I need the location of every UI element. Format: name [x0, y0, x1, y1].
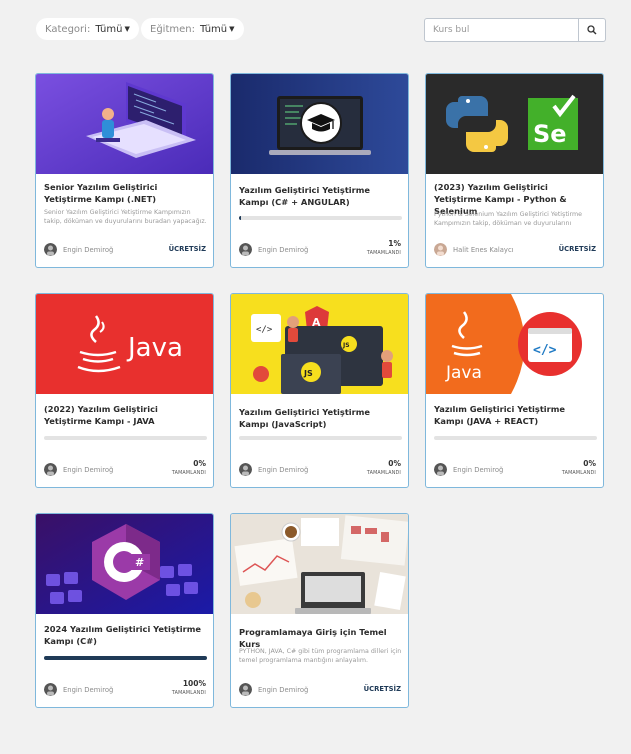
- progress-fill: [44, 656, 207, 660]
- instructor-name: Halit Enes Kalaycı: [453, 245, 514, 254]
- caret-down-icon: ▼: [229, 25, 235, 33]
- course-thumbnail: [231, 74, 408, 174]
- avatar: [434, 463, 447, 476]
- course-description: Senior Yazılım Geliştirici Yetiştirme Ka…: [44, 209, 207, 225]
- course-thumbnail: [36, 74, 213, 174]
- svg-text:</>: </>: [533, 343, 557, 358]
- avatar: [434, 243, 447, 256]
- course-title: (2022) Yazılım Geliştirici Yetiştirme Ka…: [44, 404, 158, 426]
- instructor-name: Engin Demiroğ: [63, 685, 114, 694]
- progress-label: TAMAMLANDI: [366, 251, 401, 256]
- progress-bar: [44, 656, 207, 660]
- course-title: 2024 Yazılım Geliştirici Yetiştirme Kamp…: [44, 624, 201, 646]
- price-badge: ÜCRETSİZ: [558, 245, 596, 253]
- course-card[interactable]: Java (2022) Yazılım Geliştirici Yetiştir…: [35, 293, 214, 488]
- course-description: Python & Selenium Yazılım Geliştirici Ye…: [434, 211, 583, 227]
- avatar: [44, 243, 57, 256]
- course-search: [424, 18, 606, 42]
- course-card[interactable]: </> A JS JS Yazılım Geliştirici Yetiştir…: [230, 293, 409, 488]
- price-badge: ÜCRETSİZ: [168, 245, 206, 253]
- instructor: Halit Enes Kalaycı: [434, 243, 514, 256]
- course-title: Yazılım Geliştirici Yetiştirme Kampı (Ja…: [239, 407, 370, 429]
- progress-bar: [239, 436, 402, 440]
- course-card[interactable]: Se (2023) Yazılım Geliştirici Yetiştirme…: [425, 73, 604, 268]
- search-input[interactable]: [424, 18, 579, 42]
- course-title: Yazılım Geliştirici Yetiştirme Kampı (C#…: [239, 185, 370, 207]
- instructor: Engin Demiroğ: [239, 243, 308, 256]
- instructor: Engin Demiroğ: [239, 463, 308, 476]
- instructor-filter-value: Tümü: [199, 23, 228, 35]
- progress-percent: 0%: [388, 459, 401, 468]
- course-thumbnail: Java </>: [426, 294, 603, 394]
- instructor: Engin Demiroğ: [434, 463, 503, 476]
- svg-text:#: #: [135, 556, 144, 569]
- instructor-name: Engin Demiroğ: [453, 465, 504, 474]
- course-thumbnail: Se: [426, 74, 603, 174]
- instructor: Engin Demiroğ: [44, 463, 113, 476]
- progress-percent: 100%: [182, 679, 206, 688]
- svg-text:JS: JS: [303, 369, 313, 378]
- progress-bar: [434, 436, 597, 440]
- instructor: Engin Demiroğ: [239, 683, 308, 696]
- avatar: [239, 243, 252, 256]
- svg-text:</>: </>: [256, 325, 273, 335]
- instructor: Engin Demiroğ: [44, 243, 113, 256]
- svg-text:Java: Java: [445, 363, 482, 383]
- svg-text:Se: Se: [533, 120, 567, 148]
- progress-bar: [239, 216, 402, 220]
- category-filter[interactable]: Kategori: Tümü ▼: [36, 18, 139, 40]
- avatar: [239, 683, 252, 696]
- avatar: [44, 683, 57, 696]
- avatar: [44, 463, 57, 476]
- course-card[interactable]: Yazılım Geliştirici Yetiştirme Kampı (C#…: [230, 73, 409, 268]
- category-filter-label: Kategori:: [45, 23, 91, 35]
- course-card[interactable]: Senior Yazılım Geliştirici Yetiştirme Ka…: [35, 73, 214, 268]
- avatar: [239, 463, 252, 476]
- instructor-name: Engin Demiroğ: [63, 245, 114, 254]
- progress-percent: 1%: [388, 239, 401, 248]
- course-thumbnail: </> A JS JS: [231, 294, 408, 394]
- instructor-name: Engin Demiroğ: [258, 685, 309, 694]
- progress-percent: 0%: [583, 459, 596, 468]
- course-card[interactable]: Programlamaya Giriş için Temel Kurs PYTH…: [230, 513, 409, 708]
- progress-percent: 0%: [193, 459, 206, 468]
- course-card[interactable]: Java </> Yazılım Geliştirici Yetiştirme …: [425, 293, 604, 488]
- category-filter-value: Tümü: [95, 23, 123, 35]
- search-button[interactable]: [579, 18, 606, 42]
- progress-bar: [44, 436, 207, 440]
- search-icon: [587, 25, 597, 35]
- caret-down-icon: ▼: [124, 25, 130, 33]
- course-title: Yazılım Geliştirici Yetiştirme Kampı (JA…: [434, 404, 565, 426]
- price-badge: ÜCRETSİZ: [363, 685, 401, 693]
- instructor-filter-label: Eğitmen:: [150, 23, 195, 35]
- course-title: Senior Yazılım Geliştirici Yetiştirme Ka…: [44, 182, 158, 204]
- progress-label: TAMAMLANDI: [366, 471, 401, 476]
- instructor: Engin Demiroğ: [44, 683, 113, 696]
- instructor-name: Engin Demiroğ: [258, 465, 309, 474]
- instructor-name: Engin Demiroğ: [258, 245, 309, 254]
- course-description: PYTHON, JAVA, C# gibi tüm programlama di…: [239, 648, 402, 664]
- course-thumbnail: Java: [36, 294, 213, 394]
- progress-label: TAMAMLANDI: [171, 471, 206, 476]
- course-thumbnail: #: [36, 514, 213, 614]
- instructor-name: Engin Demiroğ: [63, 465, 114, 474]
- progress-fill: [239, 216, 241, 220]
- svg-text:Java: Java: [126, 333, 183, 363]
- course-card[interactable]: # 2024 Yazılım Geliştirici Yetiştirme Ka…: [35, 513, 214, 708]
- instructor-filter[interactable]: Eğitmen: Tümü ▼: [141, 18, 244, 40]
- course-thumbnail: [231, 514, 408, 614]
- progress-label: TAMAMLANDI: [171, 691, 206, 696]
- progress-label: TAMAMLANDI: [561, 471, 596, 476]
- svg-text:JS: JS: [342, 342, 350, 349]
